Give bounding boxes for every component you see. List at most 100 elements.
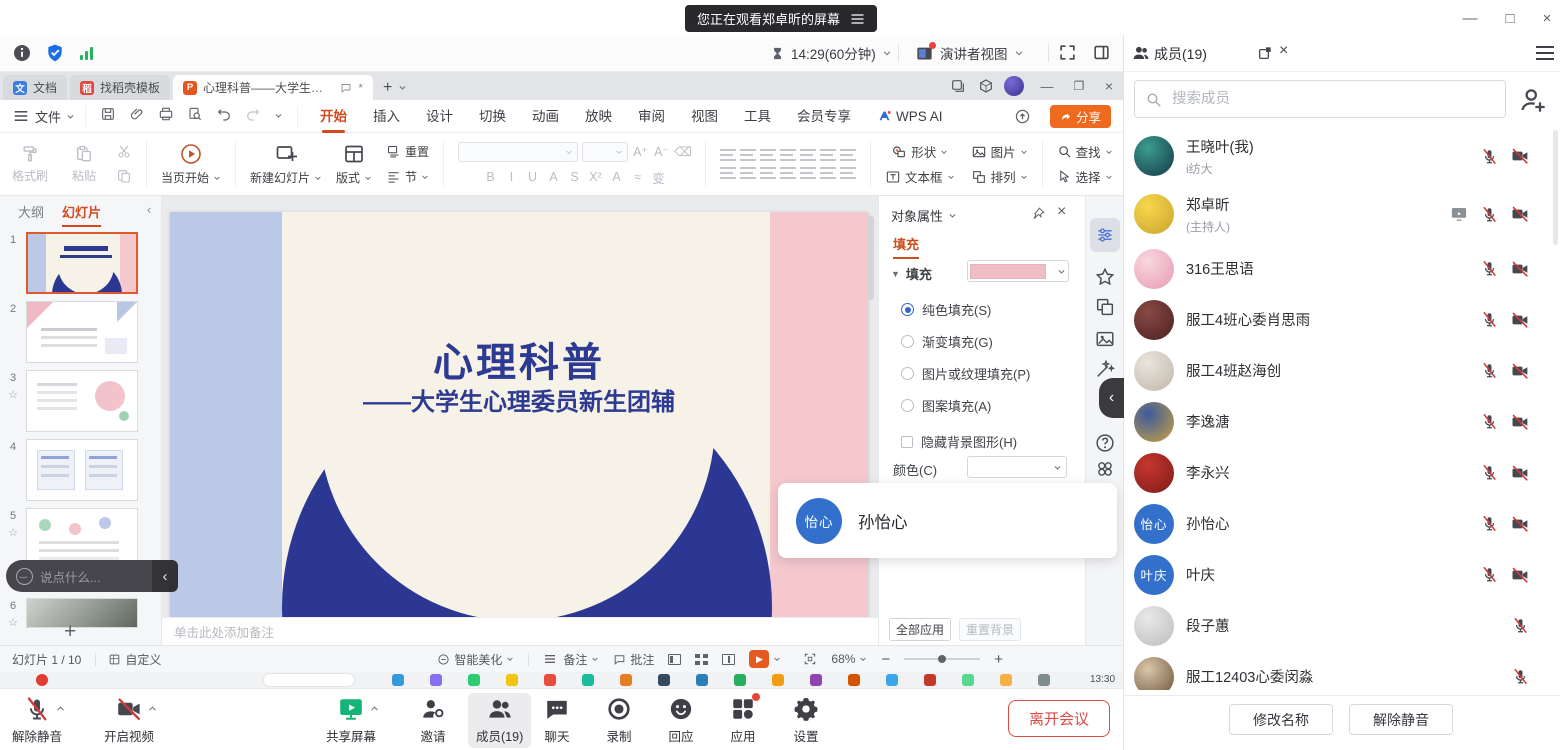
wand-strip-icon[interactable] [1094, 358, 1116, 380]
hamburger-menu-icon[interactable] [1536, 52, 1554, 54]
play-from-page-button[interactable]: 当页开始 [161, 142, 221, 186]
ribbon-tab-切换[interactable]: 切换 [479, 100, 506, 133]
ribbon-tab-开始[interactable]: 开始 [320, 100, 347, 133]
rename-button[interactable]: 修改名称 [1229, 704, 1333, 735]
taskbar-app-icon[interactable] [582, 674, 594, 686]
cam-muted-icon[interactable] [1511, 515, 1529, 533]
paragraph-tool-icon[interactable] [740, 167, 756, 179]
close-panel-icon[interactable]: × [1279, 42, 1288, 60]
fullscreen-button[interactable] [1058, 43, 1077, 62]
arrange-button[interactable]: 排列 [971, 167, 1028, 186]
close-properties-icon[interactable]: × [1057, 203, 1066, 221]
font-style-icon[interactable]: X² [587, 170, 604, 184]
ribbon-tab-视图[interactable]: 视图 [691, 100, 718, 133]
paragraph-tool-icon[interactable] [740, 149, 756, 161]
screen-share-banner[interactable]: 您正在观看郑卓昕的屏幕 [685, 5, 877, 32]
paragraph-tool-icon[interactable] [760, 167, 776, 179]
account-avatar[interactable] [1004, 76, 1024, 96]
apply-all-button[interactable]: 全部应用 [889, 618, 951, 641]
ribbon-tab-工具[interactable]: 工具 [744, 100, 771, 133]
paragraph-tool-icon[interactable] [800, 149, 816, 161]
paragraph-tool-icon[interactable] [840, 149, 856, 161]
slide[interactable]: 心理科普 ——大学生心理委员新生团辅 [170, 212, 868, 622]
font-style-icon[interactable]: A [545, 170, 562, 184]
paragraph-tool-icon[interactable] [780, 149, 796, 161]
member-row[interactable]: 李逸溏 [1124, 396, 1560, 447]
font-style-icon[interactable]: A [608, 170, 625, 184]
taskbar-app-icon[interactable] [620, 674, 632, 686]
help-strip-icon[interactable] [1094, 432, 1116, 454]
meeting-timer[interactable]: 14:29(60分钟) [770, 43, 892, 63]
efficiency-icon[interactable] [1014, 108, 1031, 125]
ribbon-tab-WPS AI[interactable]: WPS AI [877, 100, 943, 133]
taskbar-app-icon[interactable] [430, 674, 442, 686]
taskbar-app-icon[interactable] [772, 674, 784, 686]
taskbar-app-icon[interactable] [734, 674, 746, 686]
fill-option-radio[interactable]: 图案填充(A) [901, 396, 991, 415]
taskbar-app-icon[interactable] [1038, 674, 1050, 686]
zoom-out-button[interactable]: − [881, 651, 890, 668]
member-search-input[interactable] [1170, 90, 1495, 108]
taskbar-app-icon[interactable] [924, 674, 936, 686]
cam-muted-icon[interactable] [1511, 260, 1529, 278]
slide-thumbnail-2[interactable]: 2 [0, 301, 162, 363]
cam-muted-icon[interactable] [1511, 464, 1529, 482]
tab-outline[interactable]: 大纲 [18, 202, 44, 227]
meeting-security-button[interactable] [45, 43, 65, 63]
tune-button[interactable] [1090, 218, 1120, 252]
view-mode-selector[interactable]: 演讲者视图 [915, 43, 1024, 63]
window-close-button[interactable]: × [1532, 6, 1560, 30]
fit-slide-button[interactable] [803, 652, 817, 666]
member-row[interactable]: 郑卓昕(主持人) [1124, 185, 1560, 243]
fill-option-radio[interactable]: 渐变填充(G) [901, 332, 993, 351]
collapse-sidebar-icon[interactable]: ‹ [147, 202, 151, 227]
chev-up-icon[interactable] [147, 703, 158, 714]
member-row[interactable]: 叶庆叶庆 [1124, 549, 1560, 600]
add-slide-button[interactable]: + [64, 620, 76, 644]
thumbnail-preview[interactable] [26, 232, 138, 294]
font-style-icon[interactable]: B [482, 170, 499, 184]
unmute-all-button[interactable]: 解除静音 [1349, 704, 1453, 735]
font-style-icon[interactable]: U [524, 170, 541, 184]
mic-muted-icon[interactable] [1481, 206, 1498, 223]
section-button[interactable]: 节 [386, 168, 429, 185]
tab-fill[interactable]: 填充 [893, 234, 919, 259]
member-search[interactable] [1134, 80, 1506, 118]
thumbnail-preview[interactable] [26, 598, 138, 628]
taskbar-app-icon[interactable] [1000, 674, 1012, 686]
slideshow-button[interactable]: ▶ [749, 650, 781, 668]
taskbar-search[interactable] [263, 673, 355, 687]
smart-beautify-button[interactable]: 智能美化 [437, 651, 514, 668]
popout-icon[interactable] [1257, 45, 1273, 61]
ribbon-tab-会员专享[interactable]: 会员专享 [797, 100, 851, 133]
save-button[interactable] [100, 106, 116, 127]
find-button[interactable]: 查找 [1057, 142, 1113, 161]
cam-muted-icon[interactable] [1511, 311, 1529, 329]
taskbar-app-icon[interactable] [658, 674, 670, 686]
taskbar-app-icon[interactable] [506, 674, 518, 686]
paragraph-tool-icon[interactable] [800, 167, 816, 179]
notes-bar[interactable]: 单击此处添加备注 [162, 617, 878, 645]
thumbnail-preview[interactable] [26, 370, 138, 432]
quick-chat-input[interactable]: 说点什么... [6, 560, 152, 592]
paste-button[interactable]: 粘贴 [62, 144, 106, 184]
member-row[interactable]: 王晓叶(我)i纺大 [1124, 127, 1560, 185]
taskbar-app-icon[interactable] [468, 674, 480, 686]
pin-icon[interactable] [1031, 206, 1046, 221]
shapes2-strip-icon[interactable] [1094, 296, 1116, 318]
wps-tab-2[interactable]: 稻找稻壳模板 [70, 75, 170, 100]
notes-button[interactable]: 备注 [541, 651, 599, 668]
zoom-level[interactable]: 68% [831, 652, 867, 666]
banner-menu-icon[interactable] [852, 18, 864, 20]
font-style-icon[interactable]: 变 [650, 168, 667, 187]
cam-muted-icon[interactable] [1511, 566, 1529, 584]
member-row[interactable]: 段子蕙 [1124, 600, 1560, 651]
ribbon-tab-插入[interactable]: 插入 [373, 100, 400, 133]
undo-button[interactable] [216, 106, 232, 127]
member-row[interactable]: 服工4班心委肖思雨 [1124, 294, 1560, 345]
mic-muted-icon[interactable] [1481, 515, 1498, 532]
paragraph-tool-icon[interactable] [820, 167, 836, 179]
mic-muted-icon[interactable] [1481, 362, 1498, 379]
ribbon-tab-放映[interactable]: 放映 [585, 100, 612, 133]
clip-button[interactable] [129, 106, 145, 127]
